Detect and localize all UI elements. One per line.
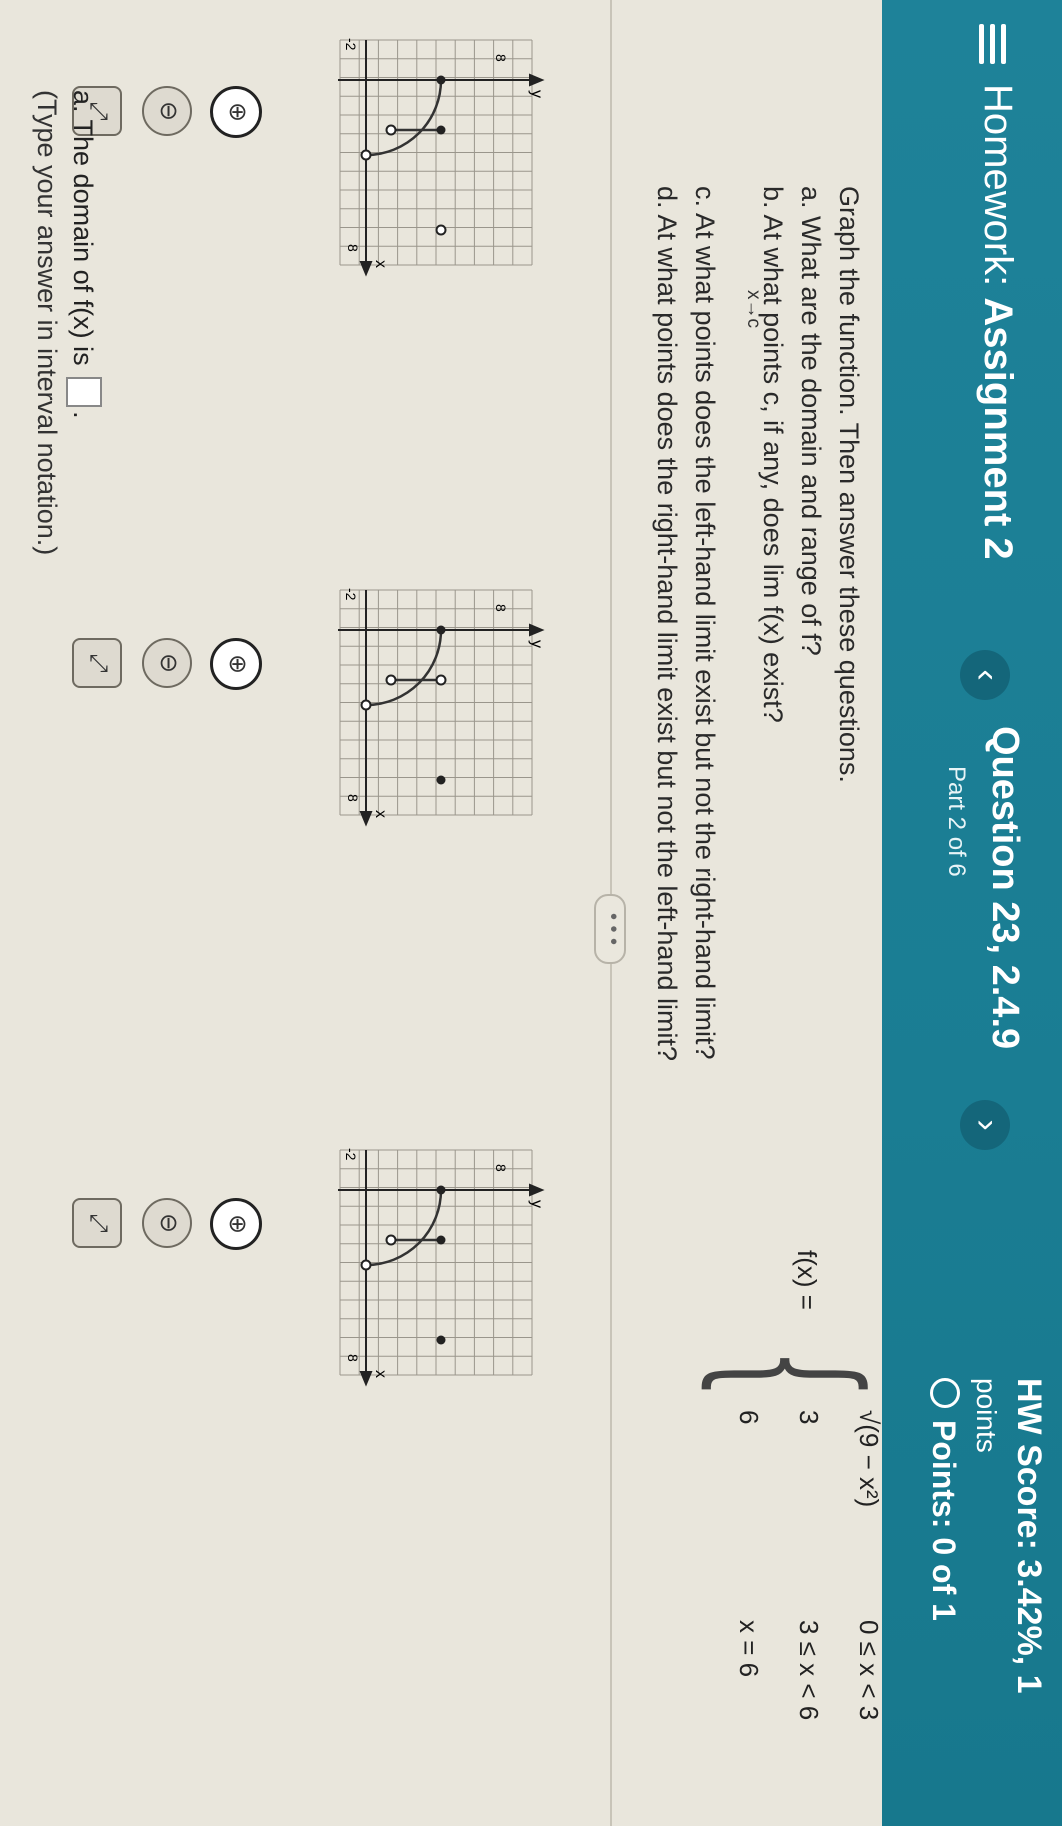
tick-min: -2 <box>343 1148 359 1161</box>
graph-choice-3[interactable]: y x 8 8 -2 <box>322 1130 552 1530</box>
x-tick-max: 8 <box>345 794 361 802</box>
question-part-a: a. What are the domain and range of f? <box>796 186 826 656</box>
question-part-c: c. At what points does the left-hand lim… <box>690 186 720 1060</box>
question-title: Question 23, 2.4.9 <box>984 726 1026 1050</box>
open-point <box>435 224 447 236</box>
homework-title: Homework: Assignment 2 <box>975 84 1020 560</box>
domain-answer-input[interactable] <box>66 377 102 408</box>
question-points: Points: 0 of 1 <box>925 1378 962 1621</box>
y-tick-max: 8 <box>493 54 509 62</box>
closed-point <box>436 75 446 85</box>
closed-point <box>436 625 446 635</box>
question-intro: Graph the function. Then answer these qu… <box>834 186 864 783</box>
y-axis-label: y <box>528 640 545 648</box>
question-part: Part 2 of 6 <box>943 766 970 877</box>
open-point <box>385 124 397 136</box>
closed-point <box>436 125 446 135</box>
open-point <box>360 699 372 711</box>
answer-hint: (Type your answer in interval notation.) <box>32 90 62 556</box>
function-label: f(x) = <box>792 1250 822 1310</box>
case-expr-2: 3 <box>794 1410 824 1425</box>
y-tick-max: 8 <box>493 604 509 612</box>
open-point <box>360 149 372 161</box>
assignment-page: Homework: Assignment 2 ‹ Question 23, 2.… <box>0 0 1062 1826</box>
semicircle-curve <box>365 79 443 157</box>
answer-suffix: . <box>68 411 98 419</box>
hamburger-menu-icon[interactable] <box>972 24 1012 64</box>
question-part-d: d. At what points does the right-hand li… <box>652 186 682 1061</box>
zoom-in-icon[interactable]: ⊕ <box>210 638 262 690</box>
y-axis-label: y <box>528 90 545 98</box>
open-point <box>435 674 447 686</box>
semicircle-curve <box>365 1189 443 1267</box>
open-point <box>385 1234 397 1246</box>
graph-choice-1[interactable]: y x 8 8 -2 <box>322 20 552 420</box>
x-tick-max: 8 <box>345 244 361 252</box>
zoom-in-icon[interactable]: ⊕ <box>210 1198 262 1250</box>
closed-point <box>436 1185 446 1195</box>
case-cond-1: 0 ≤ x < 3 <box>854 1620 884 1721</box>
zoom-out-icon[interactable]: ⊖ <box>142 86 192 136</box>
x-axis-label: x <box>372 810 389 818</box>
tick-min: -2 <box>343 588 359 601</box>
open-point <box>360 1259 372 1271</box>
x-axis-label: x <box>372 1370 389 1378</box>
homework-name: Assignment 2 <box>976 297 1020 560</box>
answer-prompt: a. The domain of f(x) is . <box>66 90 102 419</box>
semicircle-curve <box>365 629 443 707</box>
graph-choice-2[interactable]: y x 8 8 -2 <box>322 570 552 970</box>
header-bar: Homework: Assignment 2 ‹ Question 23, 2.… <box>882 0 1062 1826</box>
expand-icon[interactable]: ⤢ <box>72 1198 122 1248</box>
closed-point <box>436 1335 446 1345</box>
x-axis-label: x <box>372 260 389 268</box>
domain-prompt: a. The domain of f(x) is <box>68 90 98 366</box>
zoom-out-icon[interactable]: ⊖ <box>142 1198 192 1248</box>
question-points-text: Points: 0 of 1 <box>926 1420 962 1621</box>
previous-question-button[interactable]: ‹ <box>960 650 1010 700</box>
case-expr-3: 6 <box>734 1410 764 1425</box>
status-ring-icon <box>930 1378 960 1408</box>
zoom-in-icon[interactable]: ⊕ <box>210 86 262 138</box>
question-content: Graph the function. Then answer these qu… <box>0 0 897 1826</box>
open-point <box>385 674 397 686</box>
next-question-button[interactable]: › <box>960 1100 1010 1150</box>
closed-point <box>436 1235 446 1245</box>
piecewise-brace: { <box>688 1348 897 1400</box>
case-cond-3: x = 6 <box>734 1620 764 1678</box>
tick-min: -2 <box>343 38 359 51</box>
y-tick-max: 8 <box>493 1164 509 1172</box>
points-label: points <box>971 1378 1002 1453</box>
case-cond-2: 3 ≤ x < 6 <box>794 1620 824 1721</box>
homework-prefix: Homework: <box>976 84 1020 287</box>
expand-more-button[interactable]: • • • <box>594 894 626 964</box>
case-expr-1: √(9 − x²) <box>854 1410 884 1508</box>
zoom-out-icon[interactable]: ⊖ <box>142 638 192 688</box>
x-tick-max: 8 <box>345 1354 361 1362</box>
y-axis-label: y <box>528 1200 545 1208</box>
limit-subscript: x→c <box>743 290 764 328</box>
expand-icon[interactable]: ⤢ <box>72 638 122 688</box>
hw-score: HW Score: 3.42%, 1 <box>1010 1378 1048 1694</box>
closed-point <box>436 775 446 785</box>
